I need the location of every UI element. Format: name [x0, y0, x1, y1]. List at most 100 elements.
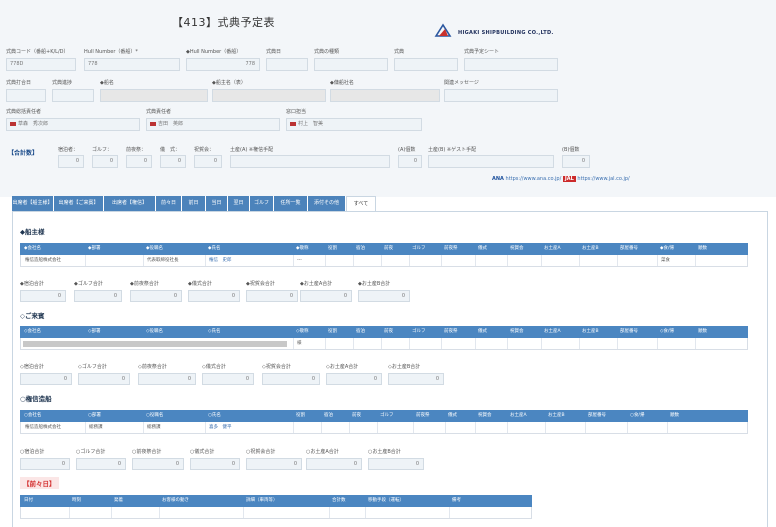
- col-details: 詳細（車両等）: [246, 498, 278, 503]
- progress-field[interactable]: [52, 89, 94, 102]
- contact-field[interactable]: 村上 智美: [286, 118, 422, 131]
- ceremony-field[interactable]: [394, 58, 458, 71]
- higaki-total-eve-label: ○前夜祭合計: [132, 449, 162, 455]
- logo-icon: [434, 23, 452, 37]
- tab-owner[interactable]: 出席者【船主様】: [12, 196, 54, 211]
- tab-higaki[interactable]: 出席者【権信】: [104, 196, 156, 211]
- cell-name[interactable]: 喜多 健平: [209, 422, 232, 433]
- col-name: ◇氏名: [208, 329, 221, 334]
- tab-attachments[interactable]: 添付その他: [308, 196, 346, 211]
- col-meal: ○食/帰: [630, 413, 645, 418]
- col-prev: 前夜: [384, 246, 393, 251]
- ceremony-sheet-field[interactable]: [464, 58, 558, 71]
- tab-day-before[interactable]: 前日: [182, 196, 206, 211]
- tab-address-list[interactable]: 任所一覧: [274, 196, 308, 211]
- gift-b-field[interactable]: [428, 155, 554, 168]
- cell-company: 権信造船株式会社: [25, 425, 61, 430]
- owner-total-gift-b[interactable]: 0: [358, 290, 410, 302]
- total-party-field[interactable]: 0: [194, 155, 222, 168]
- ceremony-date-field[interactable]: [266, 58, 308, 71]
- ship-name-field[interactable]: [100, 89, 208, 102]
- totals-heading: 【合計数】: [8, 150, 39, 157]
- higaki-total-eve[interactable]: 0: [132, 458, 184, 470]
- gift-a-field[interactable]: [230, 155, 390, 168]
- table-row[interactable]: 権信造船株式会社 代表取締役社長 権信 史郎 --- 菜食: [20, 255, 748, 267]
- col-meal: ◆食/帰: [660, 246, 674, 251]
- owner-table-header: ◆会社名 ◆部署 ◆役職名 ◆氏名 ◆敬称 役割 宿泊 前夜 ゴルフ 前夜祭 儀…: [20, 243, 748, 255]
- gift-a-count-field[interactable]: 0: [398, 155, 422, 168]
- tab-two-days-before[interactable]: 前々日: [156, 196, 182, 211]
- col-date: 日付: [24, 498, 33, 503]
- hull-number-field[interactable]: 778: [84, 58, 180, 71]
- higaki-total-stay[interactable]: 0: [20, 458, 70, 470]
- guests-total-golf[interactable]: 0: [78, 373, 130, 385]
- owner-total-gift-a[interactable]: 0: [300, 290, 352, 302]
- general-manager-value: 草森 秀次郎: [18, 121, 49, 127]
- table-row[interactable]: [20, 507, 532, 519]
- gift-b-count-field[interactable]: 0: [562, 155, 590, 168]
- higaki-total-party-label: ○祝賀会合計: [246, 449, 276, 455]
- col-position: ◆役職名: [146, 246, 163, 251]
- owner-total-party[interactable]: 0: [246, 290, 298, 302]
- total-stay-label: 宿泊者：: [58, 147, 79, 153]
- owner-total-golf[interactable]: 0: [74, 290, 122, 302]
- tab-next-day[interactable]: 翌日: [228, 196, 250, 211]
- col-honorific: ◇敬称: [296, 329, 309, 334]
- person-icon: [290, 121, 296, 126]
- col-stay: 宿泊: [324, 413, 333, 418]
- col-ceremony: 儀式: [448, 413, 457, 418]
- higaki-total-gift-a[interactable]: 0: [306, 458, 362, 470]
- hull-number-ref-field[interactable]: 778: [186, 58, 260, 71]
- total-eve-field[interactable]: 0: [126, 155, 152, 168]
- higaki-total-ceremony-label: ○儀式合計: [190, 449, 215, 455]
- general-manager-field[interactable]: 草森 秀次郎: [6, 118, 140, 131]
- owner-total-ceremony[interactable]: 0: [188, 290, 240, 302]
- owner-name-field[interactable]: [212, 89, 326, 102]
- total-golf-field[interactable]: 0: [92, 155, 118, 168]
- cell-honorific: 様: [297, 341, 302, 346]
- owner-total-eve[interactable]: 0: [130, 290, 182, 302]
- tab-golf[interactable]: ゴルフ: [250, 196, 274, 211]
- higaki-total-party[interactable]: 0: [246, 458, 302, 470]
- ana-badge: ANA: [492, 176, 504, 182]
- prev2-table-header: 日付 時刻 発着 お客様の動き 詳細（車両等） 合計数 移動手段（運転） 備考: [20, 495, 532, 507]
- table-row[interactable]: 権信造船株式会社 総務課 総務課 喜多 健平: [20, 422, 748, 434]
- tab-day-of[interactable]: 当日: [206, 196, 228, 211]
- col-meal: ◇食/帰: [660, 329, 674, 334]
- ceremony-code-field[interactable]: 778D: [6, 58, 76, 71]
- col-gift-b: お土産B: [582, 329, 599, 334]
- higaki-total-golf[interactable]: 0: [76, 458, 126, 470]
- owner-name-label: ◆船主名（表）: [212, 80, 246, 86]
- total-ceremony-field[interactable]: 0: [160, 155, 186, 168]
- cell-name[interactable]: 権信 史郎: [209, 255, 232, 266]
- jal-badge: JAL: [562, 176, 576, 182]
- guests-total-gift-b[interactable]: 0: [388, 373, 444, 385]
- guests-total-party[interactable]: 0: [262, 373, 320, 385]
- jal-link[interactable]: https://www.jal.co.jp/: [577, 176, 629, 182]
- guests-total-eve[interactable]: 0: [138, 373, 196, 385]
- col-name: ◆氏名: [208, 246, 221, 251]
- ceremony-date-label: 式典日: [266, 49, 282, 55]
- person-icon: [10, 121, 16, 126]
- meeting-date-field[interactable]: [6, 89, 46, 102]
- ana-link[interactable]: https://www.ana.co.jp/: [506, 176, 562, 182]
- col-eve: 前夜祭: [444, 329, 458, 334]
- higaki-total-ceremony[interactable]: 0: [190, 458, 240, 470]
- guests-total-gift-a[interactable]: 0: [326, 373, 382, 385]
- tab-all[interactable]: すべて: [346, 196, 376, 211]
- col-role: 役割: [328, 329, 337, 334]
- charterer-field[interactable]: [330, 89, 440, 102]
- higaki-total-gift-b[interactable]: 0: [368, 458, 424, 470]
- col-order: 順数: [698, 246, 707, 251]
- tab-guests[interactable]: 出席者【ご来賓】: [54, 196, 104, 211]
- total-stay-field[interactable]: 0: [58, 155, 84, 168]
- total-ceremony-label: 儀 式：: [160, 147, 181, 153]
- owner-total-stay[interactable]: 0: [20, 290, 66, 302]
- guests-total-stay[interactable]: 0: [20, 373, 72, 385]
- col-company: ◇会社名: [24, 329, 41, 334]
- manager-field[interactable]: 吉田 英郎: [146, 118, 280, 131]
- message-field[interactable]: [444, 89, 558, 102]
- table-row[interactable]: 様: [20, 338, 748, 350]
- ceremony-type-field[interactable]: [314, 58, 388, 71]
- guests-total-ceremony[interactable]: 0: [202, 373, 254, 385]
